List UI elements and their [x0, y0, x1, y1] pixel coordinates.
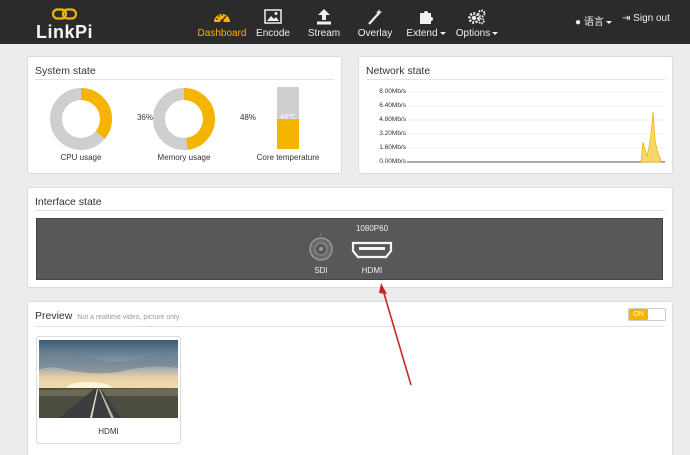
- nav-stream[interactable]: Stream: [298, 0, 350, 44]
- network-state-title: Network state: [366, 65, 431, 77]
- hdmi-label: HDMI: [361, 266, 383, 275]
- sdi-label: SDI: [314, 266, 328, 275]
- y-label: 4.80Mb/s: [379, 116, 406, 123]
- y-label: 6.40Mb/s: [379, 102, 406, 109]
- sdi-connector-icon[interactable]: [308, 233, 334, 263]
- globe-icon: ●: [575, 17, 582, 28]
- hdmi-connector-icon[interactable]: [351, 241, 393, 259]
- interface-ports: 1080P60 SDI HDMI: [36, 218, 663, 280]
- preview-panel: Preview Not a realtime video, picture on…: [27, 301, 673, 455]
- cpu-label: CPU usage: [60, 153, 102, 162]
- temperature-value: 48℃: [280, 114, 296, 121]
- preview-title: Preview: [35, 310, 73, 322]
- image-icon: [264, 9, 282, 24]
- sign-out-icon: ⇥: [622, 13, 631, 24]
- memory-value: 48%: [239, 113, 256, 122]
- nav-dashboard[interactable]: Dashboard: [196, 0, 248, 44]
- hdmi-preview-label: HDMI: [98, 427, 119, 436]
- dashboard-icon: [214, 14, 230, 23]
- chain-link-icon: [52, 8, 78, 20]
- temperature-fill: [277, 119, 299, 149]
- memory-gauge: 48%: [152, 87, 256, 151]
- preview-subtitle: Not a realtime video, picture only.: [77, 314, 181, 321]
- nav-extend[interactable]: Extend: [400, 0, 452, 44]
- network-chart: [407, 91, 665, 163]
- hdmi-preview-image[interactable]: [39, 340, 178, 418]
- cpu-gauge: 36%: [49, 87, 153, 151]
- system-state-title: System state: [35, 65, 96, 77]
- hdmi-resolution: 1080P60: [355, 224, 389, 233]
- y-label: 1.60Mb/s: [379, 144, 406, 151]
- hdmi-preview-card[interactable]: HDMI: [36, 336, 181, 444]
- nav-encode[interactable]: Encode: [247, 0, 299, 44]
- memory-label: Memory usage: [157, 153, 211, 162]
- top-navbar: LinkPi Dashboard Encode Stream Overlay E…: [0, 0, 690, 44]
- interface-state-panel: Interface state 1080P60 SDI HDMI: [27, 187, 673, 288]
- brand-name: LinkPi: [36, 22, 94, 42]
- y-label: 8.00Mb/s: [379, 88, 406, 95]
- preview-toggle[interactable]: ON: [628, 308, 666, 321]
- system-state-panel: System state 36% CPU usage 48% Memory us…: [27, 56, 342, 174]
- puzzle-icon: [420, 11, 433, 24]
- upload-icon: [317, 9, 331, 25]
- y-label: 3.20Mb/s: [379, 130, 406, 137]
- gears-icon: [468, 9, 486, 25]
- language-menu[interactable]: ● 语言: [575, 13, 612, 28]
- linkpi-logo[interactable]: LinkPi: [36, 8, 96, 42]
- y-label: 0.00Mb/s: [379, 158, 406, 165]
- temperature-label: Core temperature: [256, 153, 320, 162]
- temperature-bar: 48℃: [277, 87, 299, 149]
- nav-overlay[interactable]: Overlay: [349, 0, 401, 44]
- magic-wand-icon: [368, 9, 383, 25]
- interface-state-title: Interface state: [35, 196, 102, 208]
- network-state-panel: Network state 8.00Mb/s 6.40Mb/s 4.80Mb/s…: [358, 56, 673, 174]
- nav-options[interactable]: Options: [451, 0, 503, 44]
- annotation-arrow: [379, 283, 412, 386]
- sign-out-link[interactable]: ⇥ Sign out: [622, 13, 670, 24]
